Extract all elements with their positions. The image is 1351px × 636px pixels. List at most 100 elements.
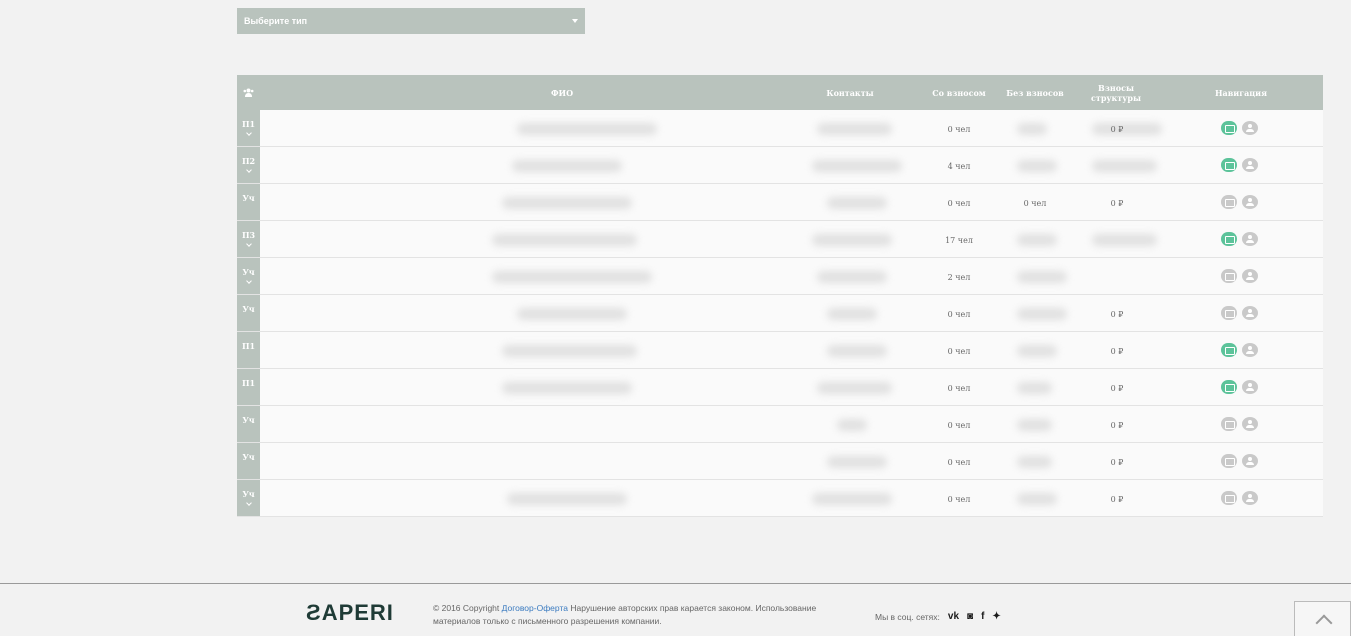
user-icon[interactable] bbox=[1242, 232, 1258, 246]
row-level-label: П1 bbox=[241, 119, 256, 129]
row-level-badge[interactable]: Уч bbox=[237, 258, 260, 294]
redacted-text bbox=[1017, 345, 1057, 357]
redacted-text bbox=[1017, 160, 1057, 172]
user-icon[interactable] bbox=[1242, 380, 1258, 394]
header-without-fee[interactable]: Без взносов bbox=[1005, 88, 1065, 98]
row-level-label: Уч bbox=[242, 267, 255, 277]
structure-fees-cell: 0 ₽ bbox=[1110, 384, 1124, 393]
with-fee-cell: 0 чел bbox=[947, 495, 971, 504]
row-level-badge[interactable]: П1 bbox=[237, 369, 260, 405]
user-icon[interactable] bbox=[1242, 269, 1258, 283]
money-icon[interactable] bbox=[1221, 195, 1237, 209]
row-level-badge[interactable]: Уч bbox=[237, 295, 260, 331]
row-level-badge[interactable]: П1 bbox=[237, 332, 260, 368]
row-level-badge[interactable]: Уч bbox=[237, 184, 260, 220]
row-navigation bbox=[1221, 380, 1258, 394]
logo[interactable]: ƧAPERI bbox=[306, 600, 394, 626]
header-contacts[interactable]: Контакты bbox=[820, 88, 880, 98]
redacted-text bbox=[812, 493, 892, 505]
redacted-text bbox=[1017, 419, 1052, 431]
redacted-text bbox=[827, 345, 887, 357]
logo-text: APERI bbox=[321, 600, 394, 625]
money-icon[interactable] bbox=[1221, 380, 1237, 394]
user-icon[interactable] bbox=[1242, 121, 1258, 135]
table-row: П1 0 чел 0 ₽ bbox=[237, 369, 1323, 406]
chevron-down-icon[interactable] bbox=[245, 278, 252, 284]
money-icon[interactable] bbox=[1221, 343, 1237, 357]
redacted-text bbox=[1017, 234, 1057, 246]
money-icon[interactable] bbox=[1221, 158, 1237, 172]
row-level-badge[interactable]: П2 bbox=[237, 147, 260, 183]
scroll-top-button[interactable] bbox=[1294, 601, 1351, 636]
user-icon[interactable] bbox=[1242, 454, 1258, 468]
user-icon[interactable] bbox=[1242, 343, 1258, 357]
redacted-text bbox=[827, 308, 877, 320]
user-icon[interactable] bbox=[1242, 417, 1258, 431]
social-links: Мы в соц. сетях: vk ◙ f ✦ bbox=[875, 611, 1001, 622]
row-level-badge[interactable]: П3 bbox=[237, 221, 260, 257]
user-icon[interactable] bbox=[1242, 491, 1258, 505]
redacted-text bbox=[1017, 123, 1047, 135]
row-level-badge[interactable]: Уч bbox=[237, 406, 260, 442]
row-level-badge[interactable]: Уч bbox=[237, 443, 260, 479]
copyright: © 2016 Copyright Договор-Оферта Нарушени… bbox=[433, 602, 853, 628]
redacted-text bbox=[817, 123, 892, 135]
header-fio[interactable]: ФИО bbox=[542, 88, 582, 98]
redacted-text bbox=[827, 197, 887, 209]
user-icon[interactable] bbox=[1242, 306, 1258, 320]
header-with-fee[interactable]: Со взносом bbox=[929, 88, 989, 98]
redacted-text bbox=[507, 493, 627, 505]
table-row: Уч 0 чел 0 чел 0 ₽ bbox=[237, 184, 1323, 221]
row-navigation bbox=[1221, 232, 1258, 246]
vk-icon[interactable]: vk bbox=[948, 611, 959, 622]
structure-fees-cell: 0 ₽ bbox=[1110, 421, 1124, 430]
members-table: ФИО Контакты Со взносом Без взносов Взно… bbox=[237, 75, 1323, 517]
redacted-text bbox=[502, 345, 637, 357]
row-level-label: П1 bbox=[241, 378, 256, 388]
logo-mark: Ƨ bbox=[306, 600, 322, 625]
structure-fees-cell: 0 ₽ bbox=[1110, 458, 1124, 467]
redacted-text bbox=[1017, 382, 1052, 394]
table-row: П1 0 чел 0 ₽ bbox=[237, 332, 1323, 369]
money-icon[interactable] bbox=[1221, 306, 1237, 320]
money-icon[interactable] bbox=[1221, 121, 1237, 135]
with-fee-cell: 0 чел bbox=[947, 125, 971, 134]
instagram-icon[interactable]: ◙ bbox=[967, 611, 973, 622]
money-icon[interactable] bbox=[1221, 491, 1237, 505]
row-navigation bbox=[1221, 269, 1258, 283]
header-navigation: Навигация bbox=[1214, 88, 1268, 98]
chevron-down-icon[interactable] bbox=[245, 130, 252, 136]
money-icon[interactable] bbox=[1221, 269, 1237, 283]
type-select[interactable]: Выберите тип bbox=[237, 8, 585, 34]
redacted-text bbox=[492, 234, 637, 246]
redacted-text bbox=[1017, 308, 1067, 320]
user-icon[interactable] bbox=[1242, 158, 1258, 172]
row-level-badge[interactable]: П1 bbox=[237, 110, 260, 146]
with-fee-cell: 0 чел bbox=[947, 347, 971, 356]
with-fee-cell: 0 чел bbox=[947, 384, 971, 393]
redacted-text bbox=[1017, 456, 1052, 468]
with-fee-cell: 4 чел bbox=[947, 162, 971, 171]
row-level-label: Уч bbox=[242, 489, 255, 499]
row-level-badge[interactable]: Уч bbox=[237, 480, 260, 516]
redacted-text bbox=[837, 419, 867, 431]
user-icon[interactable] bbox=[1242, 195, 1258, 209]
facebook-icon[interactable]: f bbox=[981, 611, 984, 622]
money-icon[interactable] bbox=[1221, 454, 1237, 468]
redacted-text bbox=[517, 308, 627, 320]
table-header: ФИО Контакты Со взносом Без взносов Взно… bbox=[237, 75, 1323, 110]
caret-down-icon bbox=[572, 19, 578, 23]
chevron-down-icon[interactable] bbox=[245, 500, 252, 506]
offer-link[interactable]: Договор-Оферта bbox=[502, 603, 568, 613]
row-level-label: Уч bbox=[242, 415, 255, 425]
chevron-down-icon[interactable] bbox=[245, 241, 252, 247]
header-structure-fees[interactable]: Взносы структуры bbox=[1073, 83, 1159, 103]
table-row: П3 17 чел bbox=[237, 221, 1323, 258]
money-icon[interactable] bbox=[1221, 232, 1237, 246]
chevron-down-icon[interactable] bbox=[245, 167, 252, 173]
with-fee-cell: 0 чел bbox=[947, 199, 971, 208]
twitter-icon[interactable]: ✦ bbox=[992, 611, 1000, 622]
redacted-text bbox=[512, 160, 622, 172]
money-icon[interactable] bbox=[1221, 417, 1237, 431]
table-row: Уч 0 чел 0 ₽ bbox=[237, 443, 1323, 480]
